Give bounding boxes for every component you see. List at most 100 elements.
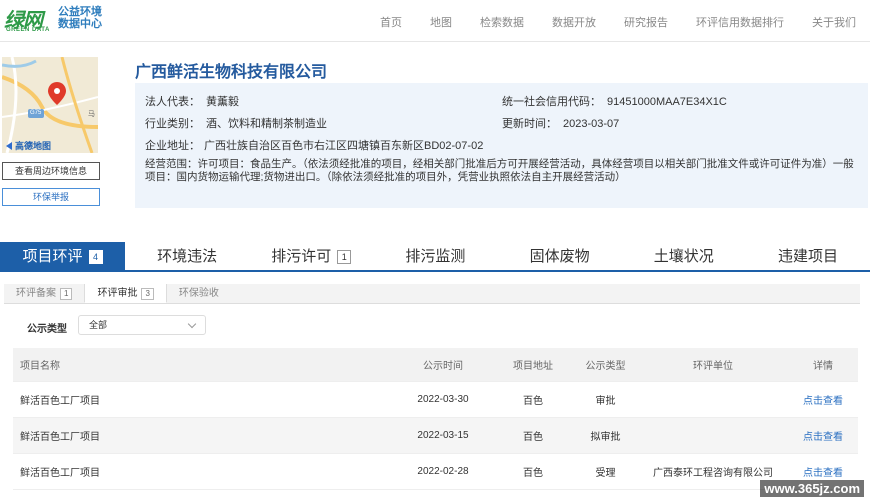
tab-label: 固体废物 xyxy=(529,248,590,265)
col-detail: 详情 xyxy=(813,361,833,372)
nav-map[interactable]: 地图 xyxy=(430,14,452,30)
logo-subtitle: GREEN DATA xyxy=(6,27,50,33)
subtab-label: 环保验收 xyxy=(178,288,219,299)
address-row: 企业地址： 广西壮族自治区百色市右江区四塘镇百东新区BD02-07-02 xyxy=(145,137,483,153)
business-scope: 经营范围：许可项目：食品生产。（依法须经批准的项目，经相关部门批准后方可开展经营… xyxy=(145,158,860,184)
site-logo[interactable]: 绿网 GREEN DATA 公益环境 数据中心 xyxy=(4,6,102,34)
subtab-env-acceptance[interactable]: 环保验收 xyxy=(167,284,231,303)
map-road-label: G75 xyxy=(30,110,42,116)
address-label: 企业地址： xyxy=(145,140,200,152)
site-watermark: www.365jz.com xyxy=(760,480,864,497)
credit-code-value: 91451000MAA7E34X1C xyxy=(607,96,727,108)
project-location: 百色 xyxy=(523,468,543,479)
notice-date: 2022-03-30 xyxy=(417,394,469,405)
tab-env-violations[interactable]: 环境违法 xyxy=(125,242,249,270)
tab-solid-waste[interactable]: 固体废物 xyxy=(498,242,622,270)
subtab-eia-filing[interactable]: 环评备案 1 xyxy=(4,284,84,303)
col-project-name: 项目名称 xyxy=(20,361,60,372)
tab-project-eia[interactable]: 项目环评 4 xyxy=(0,242,125,270)
legal-rep-row: 法人代表： 黄薰毅 xyxy=(145,93,239,109)
map-provider-logo: 高德地图 xyxy=(6,139,51,152)
tab-soil-status[interactable]: 土壤状况 xyxy=(622,242,746,270)
nav-about[interactable]: 关于我们 xyxy=(812,14,856,30)
col-notice-type: 公示类型 xyxy=(585,361,626,372)
chevron-down-icon xyxy=(187,319,197,329)
tab-label: 项目环评 xyxy=(22,248,83,265)
tab-label: 土壤状况 xyxy=(653,248,714,265)
notice-type: 拟审批 xyxy=(590,432,621,443)
legal-rep-value: 黄薰毅 xyxy=(206,96,239,108)
company-info-panel: 法人代表： 黄薰毅 统一社会信用代码： 91451000MAA7E34X1C 行业类… xyxy=(135,83,868,208)
view-detail-link[interactable]: 点击查看 xyxy=(798,418,848,453)
project-location: 百色 xyxy=(523,432,543,443)
env-report-button[interactable]: 环保举报 xyxy=(2,188,100,206)
col-notice-date: 公示时间 xyxy=(423,361,463,372)
logo-caption-line2: 数据中心 xyxy=(58,18,102,30)
site-header: 绿网 GREEN DATA 公益环境 数据中心 首页 地图 检索数据 数据开放 … xyxy=(0,0,870,42)
notice-type-label: 公示类型 xyxy=(27,324,67,335)
col-location: 项目地址 xyxy=(513,361,553,372)
nav-open-data[interactable]: 数据开放 xyxy=(552,14,596,30)
tab-discharge-monitoring[interactable]: 排污监测 xyxy=(373,242,497,270)
count-badge: 3 xyxy=(141,288,154,300)
table-row: 鲜活百色工厂项目 2022-03-15 百色 拟审批 点击查看 xyxy=(13,418,858,454)
logo-mark: 绿网 GREEN DATA xyxy=(4,6,50,34)
tab-label: 排污监测 xyxy=(405,248,466,265)
count-badge: 1 xyxy=(60,288,73,300)
subtab-label: 环评备案 xyxy=(16,288,56,299)
notice-type-value: 全部 xyxy=(89,320,108,330)
view-surrounding-env-button[interactable]: 查看周边环境信息 xyxy=(2,162,100,180)
col-eia-unit: 环评单位 xyxy=(693,361,733,372)
company-title: 广西鲜活生物科技有限公司 xyxy=(135,64,328,81)
notice-type: 受理 xyxy=(595,468,616,479)
map-provider-name: 高德地图 xyxy=(15,141,52,151)
notice-type: 审批 xyxy=(595,396,616,407)
project-name: 鲜活百色工厂项目 xyxy=(20,468,100,479)
logo-caption: 公益环境 数据中心 xyxy=(58,6,102,30)
table-row: 鲜活百色工厂项目 2022-02-28 百色 受理 广西泰环工程咨询有限公司 点… xyxy=(13,454,858,490)
updated-row: 更新时间： 2023-03-07 xyxy=(502,115,619,131)
project-name: 鲜活百色工厂项目 xyxy=(20,396,100,407)
updated-value: 2023-03-07 xyxy=(563,118,620,130)
project-name: 鲜活百色工厂项目 xyxy=(20,432,100,443)
tab-label: 环境违法 xyxy=(157,248,218,265)
view-detail-link[interactable]: 点击查看 xyxy=(798,382,848,417)
sub-tabs: 环评备案 1 环评审批 3 环保验收 xyxy=(4,284,860,304)
nav-credit-ranking[interactable]: 环评信用数据排行 xyxy=(696,14,784,30)
count-badge: 1 xyxy=(337,250,352,265)
nav-reports[interactable]: 研究报告 xyxy=(624,14,668,30)
tab-label: 排污许可 xyxy=(271,248,332,265)
scope-value: 许可项目：食品生产。（依法须经批准的项目，经相关部门批准后方可开展经营活动，具体… xyxy=(145,158,854,183)
main-nav: 首页 地图 检索数据 数据开放 研究报告 环评信用数据排行 关于我们 xyxy=(352,14,856,30)
table-row: 鲜活百色工厂项目 2022-03-30 百色 审批 点击查看 xyxy=(13,382,858,418)
notice-date: 2022-03-15 xyxy=(417,430,469,441)
project-location: 百色 xyxy=(523,396,543,407)
credit-code-row: 统一社会信用代码： 91451000MAA7E34X1C xyxy=(502,93,727,109)
subtab-eia-approval[interactable]: 环评审批 3 xyxy=(84,284,167,303)
location-map[interactable]: G75 马 高德地图 xyxy=(2,57,98,153)
table-header: 项目名称 公示时间 项目地址 公示类型 环评单位 详情 xyxy=(13,348,858,382)
logo-caption-line1: 公益环境 xyxy=(58,6,102,18)
nav-search-data[interactable]: 检索数据 xyxy=(480,14,524,30)
eia-unit xyxy=(643,418,783,453)
notice-type-select[interactable]: 全部 xyxy=(78,315,206,335)
notice-date: 2022-02-28 xyxy=(417,466,469,477)
industry-row: 行业类别： 酒、饮料和精制茶制造业 xyxy=(145,115,327,131)
scope-label: 经营范围： xyxy=(145,158,198,170)
tab-discharge-permit[interactable]: 排污许可 1 xyxy=(249,242,373,270)
main-tabs: 项目环评 4 环境违法 排污许可 1 排污监测 固体废物 土壤状况 违建项目 xyxy=(0,242,870,272)
tab-illegal-construction[interactable]: 违建项目 xyxy=(746,242,870,270)
address-value: 广西壮族自治区百色市右江区四塘镇百东新区BD02-07-02 xyxy=(204,140,484,152)
credit-code-label: 统一社会信用代码： xyxy=(502,96,601,108)
industry-value: 酒、饮料和精制茶制造业 xyxy=(206,118,327,130)
count-badge: 4 xyxy=(88,250,103,265)
subtab-label: 环评审批 xyxy=(97,288,138,299)
industry-label: 行业类别： xyxy=(145,118,200,130)
navigation-arrow-icon xyxy=(6,141,12,150)
tab-label: 违建项目 xyxy=(777,248,838,265)
map-road-label-2: 马 xyxy=(88,111,95,118)
eia-unit xyxy=(643,382,783,417)
legal-rep-label: 法人代表： xyxy=(145,96,200,108)
nav-home[interactable]: 首页 xyxy=(380,14,402,30)
eia-table: 项目名称 公示时间 项目地址 公示类型 环评单位 详情 鲜活百色工厂项目 202… xyxy=(13,348,858,490)
